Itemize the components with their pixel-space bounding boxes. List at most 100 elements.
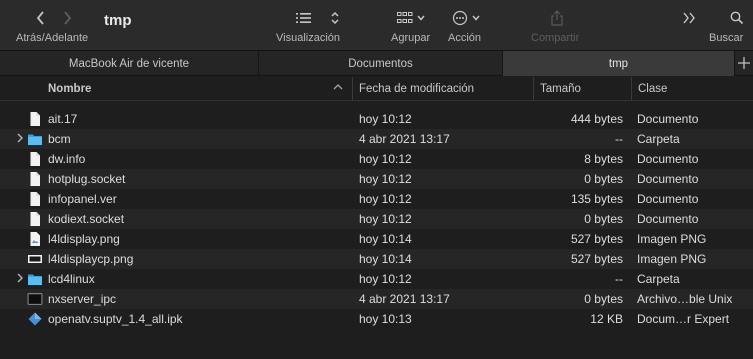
tab-bar: MacBook Air de vicente Documentos tmp (0, 50, 753, 76)
action-control[interactable] (452, 8, 480, 28)
file-kind: Documento (637, 172, 699, 186)
file-date: hoy 10:12 (359, 172, 412, 186)
file-list: ait.17 hoy 10:12 444 bytes Documento bcm 4 ab… (0, 109, 753, 329)
column-size[interactable]: Tamaño (533, 77, 631, 100)
nav-group: Atrás/Adelante (14, 0, 114, 50)
folder-icon (27, 131, 43, 147)
file-name: hotplug.socket (48, 172, 126, 186)
file-kind: Archivo…ble Unix (637, 292, 733, 306)
search-control[interactable] (730, 8, 744, 28)
file-row[interactable]: lcd4linux hoy 10:12 -- Carpeta (0, 269, 753, 289)
forward-button[interactable] (54, 8, 80, 28)
back-button[interactable] (28, 8, 54, 28)
updown-chevron-icon[interactable] (330, 11, 340, 25)
share-icon[interactable] (550, 10, 564, 26)
file-size: 0 bytes (584, 172, 623, 186)
share-label: Compartir (531, 32, 580, 44)
file-date: hoy 10:14 (359, 232, 412, 246)
column-date[interactable]: Fecha de modificación (352, 77, 532, 100)
file-date: hoy 10:14 (359, 252, 412, 266)
disclosure-chevron-icon[interactable] (16, 272, 26, 287)
file-date: hoy 10:12 (359, 212, 412, 226)
double-chevron-right-icon[interactable] (682, 12, 696, 24)
file-row[interactable]: dw.info hoy 10:12 8 bytes Documento (0, 149, 753, 169)
chevron-right-icon (64, 11, 72, 25)
file-name: l4ldisplay.png (48, 232, 120, 246)
file-row[interactable]: hotplug.socket hoy 10:12 0 bytes Documento (0, 169, 753, 189)
disclosure-chevron-icon[interactable] (16, 132, 26, 147)
more-circle-icon[interactable] (452, 10, 468, 26)
file-row[interactable]: bcm 4 abr 2021 13:17 -- Carpeta (0, 129, 753, 149)
file-date: 4 abr 2021 13:17 (359, 292, 450, 306)
file-date: hoy 10:12 (359, 152, 412, 166)
file-row[interactable]: infopanel.ver hoy 10:12 135 bytes Documento (0, 189, 753, 209)
file-name: lcd4linux (48, 272, 95, 286)
file-row[interactable]: ait.17 hoy 10:12 444 bytes Documento (0, 109, 753, 129)
file-date: hoy 10:13 (359, 312, 412, 326)
file-row[interactable]: nxserver_ipc 4 abr 2021 13:17 0 bytes Archi… (0, 289, 753, 309)
file-kind: Carpeta (637, 272, 680, 286)
document-icon (27, 191, 43, 207)
file-kind: Docum…r Expert (637, 312, 730, 326)
tab-documentos[interactable]: Documentos (259, 51, 503, 76)
file-row[interactable]: l4ldisplaycp.png hoy 10:14 527 bytes Imagen… (0, 249, 753, 269)
column-name-label: Nombre (48, 82, 92, 95)
file-kind: Documento (637, 152, 699, 166)
image-file-icon (27, 231, 43, 247)
column-date-label: Fecha de modificación (359, 82, 475, 95)
file-row[interactable]: openatv.suptv_1.4_all.ipk hoy 10:13 12 KB D… (0, 309, 753, 329)
tab-label: tmp (608, 57, 629, 70)
file-kind: Imagen PNG (637, 252, 707, 266)
package-icon (27, 311, 43, 327)
window-title: tmp (104, 12, 132, 29)
file-date: 4 abr 2021 13:17 (359, 132, 450, 146)
file-size: 527 bytes (570, 252, 623, 266)
toolbar: Atrás/Adelante tmp Visualización Agrupar… (0, 0, 753, 50)
folder-icon (27, 271, 43, 287)
view-control[interactable] (296, 8, 340, 28)
file-name: openatv.suptv_1.4_all.ipk (48, 312, 183, 326)
column-header: Nombre Fecha de modificación Tamaño Clas… (0, 77, 753, 101)
column-kind[interactable]: Clase (631, 77, 753, 100)
plus-icon (738, 57, 750, 69)
document-icon (27, 211, 43, 227)
document-icon (27, 171, 43, 187)
file-kind: Documento (637, 192, 699, 206)
file-size: 135 bytes (570, 192, 623, 206)
list-view-icon[interactable] (296, 12, 312, 24)
file-row[interactable]: l4ldisplay.png hoy 10:14 527 bytes Imagen P… (0, 229, 753, 249)
image-preview-icon (27, 251, 43, 267)
file-size: 0 bytes (584, 292, 623, 306)
file-name: dw.info (48, 152, 86, 166)
file-size: 0 bytes (584, 212, 623, 226)
column-name[interactable]: Nombre (48, 77, 348, 100)
overflow-control[interactable] (682, 8, 696, 28)
file-size: 8 bytes (584, 152, 623, 166)
terminal-icon (27, 291, 43, 307)
grid-icon[interactable] (397, 12, 413, 24)
new-tab-button[interactable] (735, 51, 753, 75)
tab-label: MacBook Air de vicente (68, 57, 190, 70)
search-icon[interactable] (730, 11, 744, 25)
file-row[interactable]: kodiext.socket hoy 10:12 0 bytes Documento (0, 209, 753, 229)
file-name: nxserver_ipc (48, 292, 117, 306)
group-control[interactable] (397, 8, 425, 28)
file-name: l4ldisplaycp.png (48, 252, 134, 266)
file-date: hoy 10:12 (359, 192, 412, 206)
group-label: Agrupar (391, 32, 431, 44)
file-size: 527 bytes (570, 232, 623, 246)
chevron-down-icon (472, 13, 480, 23)
tab-tmp[interactable]: tmp (503, 51, 735, 76)
tab-macbook-air[interactable]: MacBook Air de vicente (0, 51, 259, 76)
document-icon (27, 111, 43, 127)
share-control[interactable] (550, 8, 564, 28)
action-label: Acción (448, 32, 482, 44)
file-date: hoy 10:12 (359, 272, 412, 286)
chevron-down-icon (417, 13, 425, 23)
file-kind: Documento (637, 212, 699, 226)
search-label: Buscar (709, 32, 744, 44)
column-kind-label: Clase (638, 82, 668, 95)
tab-label: Documentos (348, 57, 413, 70)
chevron-left-icon (36, 11, 44, 25)
file-kind: Documento (637, 112, 699, 126)
